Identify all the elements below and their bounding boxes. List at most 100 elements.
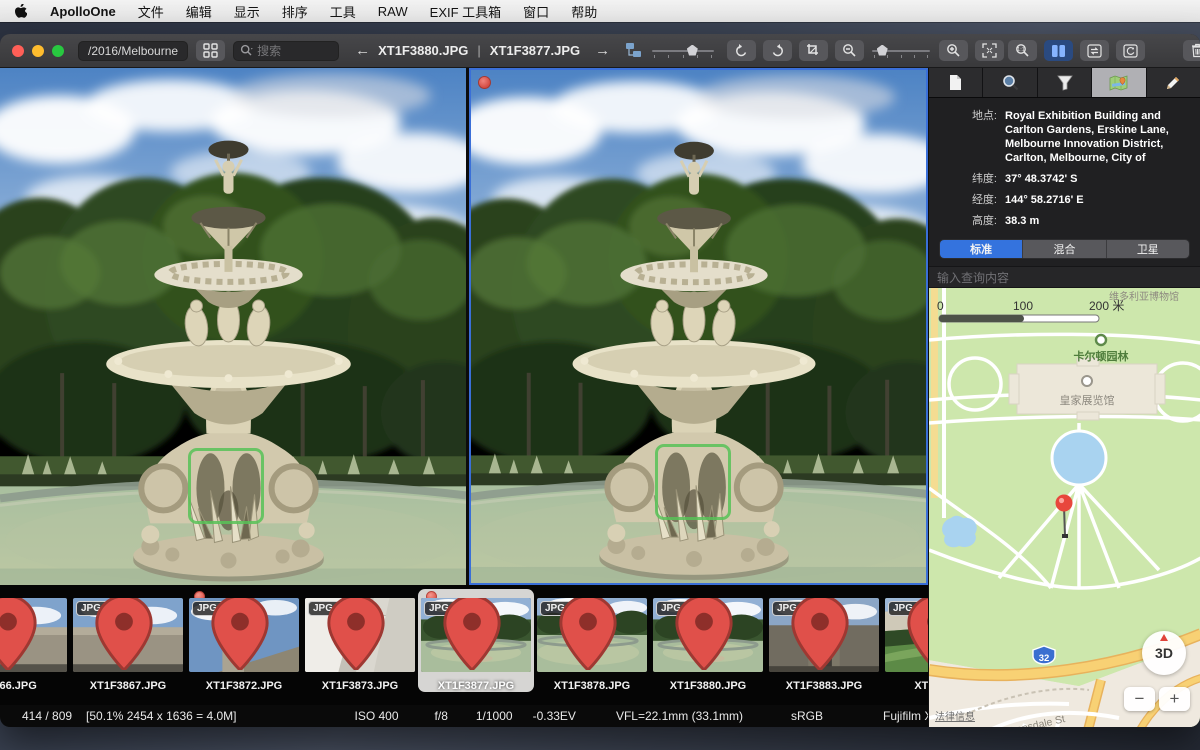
metadata-row-location: 地点: Royal Exhibition Building and Carlto… (939, 109, 1190, 165)
map-zoom-in-button[interactable]: + (1159, 687, 1190, 711)
thumb-image: JPG+RAF (653, 598, 763, 672)
metadata-row-latitude: 纬度: 37° 48.3742' S (939, 172, 1190, 186)
thumb-filename: 3866.JPG (0, 680, 68, 692)
zoom-in-button[interactable] (939, 40, 968, 61)
tab-map[interactable] (1092, 68, 1146, 97)
filmstrip-thumb[interactable]: JPG+RAF 3866.JPG (0, 589, 70, 692)
apolloone-window: /2016/Melbourne 搜索 ← XT1F3880.JPG | XT1F… (0, 34, 1200, 727)
gps-metadata: 地点: Royal Exhibition Building and Carlto… (929, 98, 1200, 236)
menu-help[interactable]: 帮助 (571, 2, 597, 21)
altitude-label: 高度: (939, 214, 1005, 228)
map-compass-3d-button[interactable]: 3D (1142, 631, 1186, 675)
thumb-filename: XT1F3880.JPG (652, 680, 764, 692)
filmstrip-thumb[interactable]: JPG+RAF XT1F3877.JPG (418, 589, 534, 692)
image-zoom-slider[interactable] (872, 44, 930, 58)
map-search-input[interactable]: 输入查询内容 (929, 266, 1200, 288)
compare-panes-icon (1051, 44, 1066, 58)
menu-file[interactable]: 文件 (138, 2, 164, 21)
trash-button[interactable] (1183, 40, 1200, 61)
menu-window[interactable]: 窗口 (523, 2, 549, 21)
filmstrip-thumb[interactable]: JPG+RAF XT1F3878.JPG (534, 589, 650, 692)
apple-menu-icon[interactable] (14, 3, 28, 19)
tab-edit[interactable] (1147, 68, 1200, 97)
status-aperture: f/8 (435, 709, 448, 723)
geotag-pin-icon (189, 598, 295, 670)
viewer-pane-left[interactable] (0, 68, 466, 585)
menu-view[interactable]: 显示 (234, 2, 260, 21)
rotate-right-button[interactable] (763, 40, 792, 61)
menu-tools[interactable]: 工具 (330, 2, 356, 21)
filmstrip-thumb[interactable]: JPG+RAF XT1F3867.JPG (70, 589, 186, 692)
zoom-out-icon (842, 43, 857, 58)
thumb-image: JPG+RAF (537, 598, 647, 672)
search-input[interactable]: 搜索 (233, 41, 339, 61)
fit-screen-icon (982, 43, 997, 58)
menu-raw[interactable]: RAW (378, 4, 408, 19)
geotag-pin-icon (885, 598, 928, 670)
status-iso: ISO 400 (355, 709, 399, 723)
tab-loupe[interactable] (983, 68, 1037, 97)
map-mode-standard[interactable]: 标准 (940, 240, 1023, 258)
focus-area-indicator (188, 448, 264, 524)
map-legal-link[interactable]: 法律信息 (935, 708, 975, 723)
grid-view-button[interactable] (196, 40, 225, 61)
tab-info[interactable] (929, 68, 983, 97)
zoom-in-icon (946, 43, 961, 58)
actual-size-button[interactable]: 1:1 (1008, 40, 1037, 61)
menu-exif-toolbox[interactable]: EXIF 工具箱 (430, 2, 502, 21)
map-zoom-out-button[interactable]: − (1124, 687, 1155, 711)
thumb-image: JPG+RAF (0, 598, 67, 672)
zoom-out-button[interactable] (835, 40, 864, 61)
thumb-image: JPG+RAF (769, 598, 879, 672)
thumbnail-size-slider[interactable] (652, 44, 714, 58)
document-icon (948, 74, 963, 91)
minimize-button[interactable] (32, 45, 44, 57)
filmstrip-thumb[interactable]: JPG+RAF XT1F3884 (882, 589, 928, 692)
rotate-right-icon (770, 43, 785, 58)
next-image-button[interactable]: → (591, 40, 614, 61)
folder-path-button[interactable]: /2016/Melbourne (78, 41, 188, 61)
grid-icon (203, 43, 218, 58)
thumbnail-layout-icon[interactable] (624, 40, 644, 61)
previous-image-button[interactable]: ← (351, 40, 374, 61)
status-focal-length: VFL=22.1mm (33.1mm) (616, 709, 743, 723)
filmstrip-thumb[interactable]: JPG+RAF XT1F3872.JPG (186, 589, 302, 692)
sync-icon (1123, 44, 1138, 58)
compare-mode-button[interactable] (1044, 40, 1073, 61)
svg-text:1:1: 1:1 (1017, 47, 1025, 53)
tab-filter[interactable] (1038, 68, 1092, 97)
menu-edit[interactable]: 编辑 (186, 2, 212, 21)
filmstrip-thumb[interactable]: JPG+RAF XT1F3883.JPG (766, 589, 882, 692)
map-mode-satellite[interactable]: 卫星 (1107, 240, 1189, 258)
search-icon (240, 44, 253, 57)
filmstrip-thumb[interactable]: JPG+RAF XT1F3873.JPG (302, 589, 418, 692)
app-menu[interactable]: ApolloOne (50, 4, 116, 19)
map-view[interactable]: 皇家展览馆 卡尔顿园林 维多利亚博物馆 0 100 200 米 (929, 288, 1200, 727)
longitude-value: 144° 58.2716' E (1005, 193, 1084, 207)
close-button[interactable] (12, 45, 24, 57)
viewer-pane-right[interactable] (469, 68, 928, 585)
window-toolbar: /2016/Melbourne 搜索 ← XT1F3880.JPG | XT1F… (0, 34, 1200, 68)
map-route-shield: 32 (1039, 653, 1050, 664)
status-shutter: 1/1000 (476, 709, 513, 723)
map-scale-200: 200 米 (1089, 299, 1124, 313)
zoom-window-button[interactable] (52, 45, 64, 57)
sync-panes-button[interactable] (1116, 40, 1145, 61)
rotate-left-button[interactable] (727, 40, 756, 61)
swap-panes-button[interactable] (1080, 40, 1109, 61)
map-search-placeholder: 输入查询内容 (937, 269, 1009, 286)
map-mode-hybrid[interactable]: 混合 (1023, 240, 1106, 258)
menu-sort[interactable]: 排序 (282, 2, 308, 21)
left-pane-filename: XT1F3880.JPG (378, 43, 468, 58)
map-label-building: 皇家展览馆 (1060, 393, 1115, 407)
filmstrip-thumb[interactable]: JPG+RAF XT1F3880.JPG (650, 589, 766, 692)
status-position: 414 / 809 (22, 709, 72, 723)
filename-separator: | (477, 43, 480, 58)
altitude-value: 38.3 m (1005, 214, 1039, 228)
metadata-row-longitude: 经度: 144° 58.2716' E (939, 193, 1190, 207)
thumb-filename: XT1F3867.JPG (72, 680, 184, 692)
zoom-fit-button[interactable] (975, 40, 1004, 61)
crop-button[interactable] (799, 40, 828, 61)
compare-viewer (0, 68, 928, 585)
geotag-pin-icon (73, 598, 179, 670)
